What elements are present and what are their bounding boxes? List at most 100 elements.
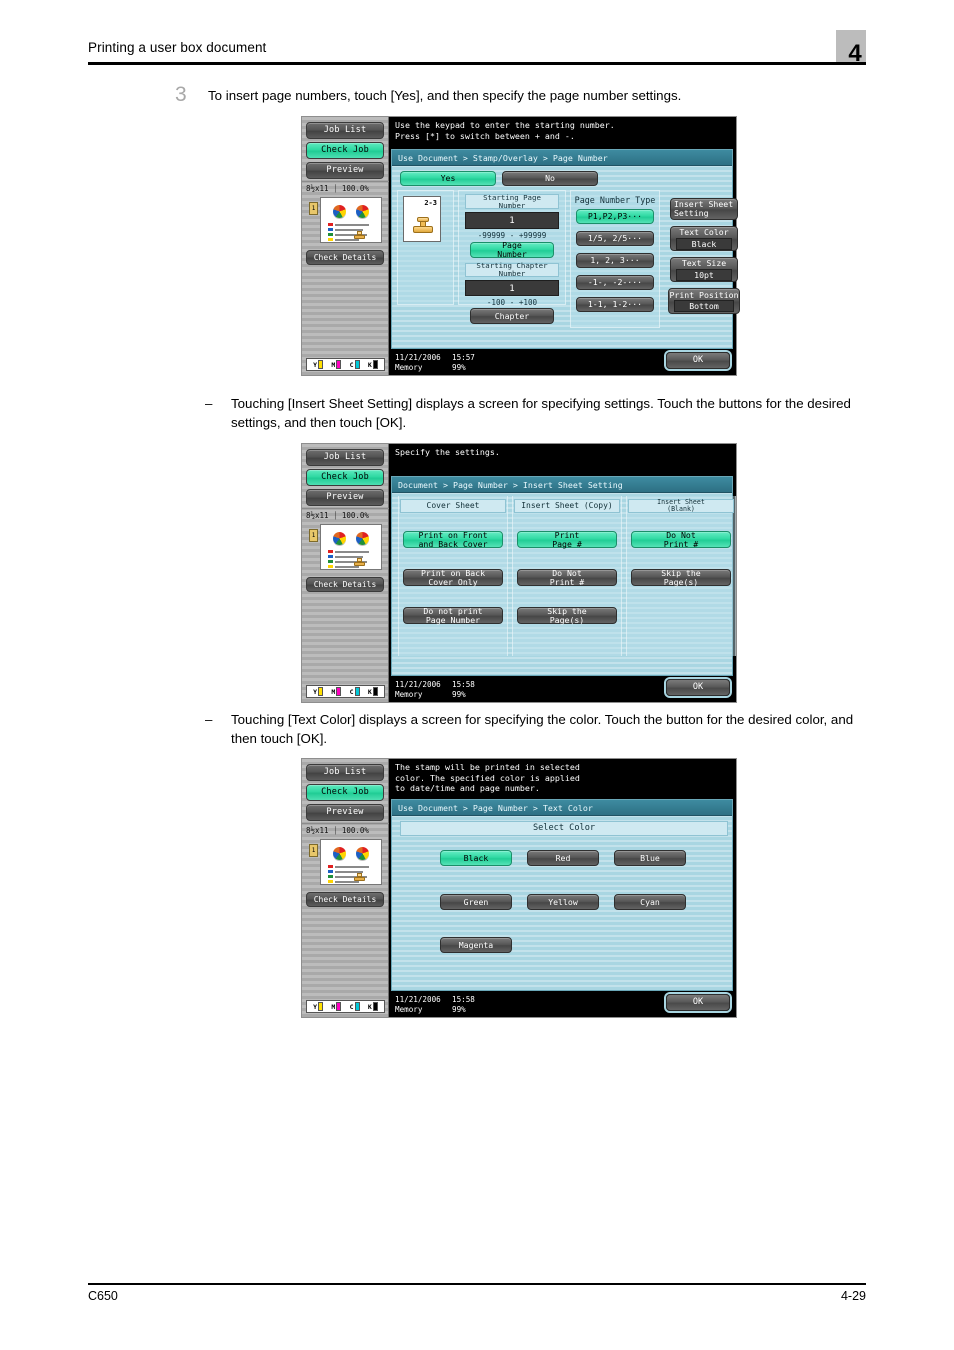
breadcrumb: Use Document > Page Number > Text Color [392, 800, 732, 816]
footer-page-number: 4-29 [840, 1289, 866, 1303]
cover-sheet-option-1[interactable]: Print on Back Cover Only [403, 569, 503, 586]
check-details-button[interactable]: Check Details [306, 250, 384, 265]
insert-sheet-blank-option-1[interactable]: Skip the Page(s) [631, 569, 731, 586]
bullet-dash: – [205, 712, 213, 727]
memory-value: 99% [452, 363, 466, 372]
starting-page-number-range: -99999 - +99999 [477, 231, 547, 240]
preview-page-label: 2-3 [424, 199, 437, 207]
text-color-value: Black [675, 237, 733, 250]
preview-button[interactable]: Preview [306, 804, 384, 821]
job-list-button[interactable]: Job List [306, 449, 384, 466]
ok-button[interactable]: OK [666, 352, 730, 369]
pie-chart-icon [333, 847, 346, 860]
starting-page-number-value[interactable]: 1 [465, 212, 559, 229]
status-message: Specify the settings. [390, 444, 736, 476]
status-message: Use the keypad to enter the starting num… [390, 117, 736, 149]
status-bar: 11/21/2006 15:58 Memory 99% OK [390, 676, 736, 702]
color-option-magenta[interactable]: Magenta [440, 937, 512, 953]
pie-chart-icon [333, 205, 346, 218]
page-number-button[interactable]: Page Number [470, 241, 554, 258]
lcd-screen: Use Document > Stamp/Overlay > Page Numb… [391, 149, 740, 349]
memory-value: 99% [452, 1005, 466, 1014]
chapter-badge: 4 [836, 30, 866, 66]
document-page-icon: 1 [309, 844, 318, 857]
status-date: 11/21/2006 [395, 353, 441, 362]
no-button[interactable]: No [502, 171, 598, 186]
starting-chapter-number-range: -100 - +100 [486, 298, 538, 307]
insert-sheet-blank-option-0[interactable]: Do Not Print # [631, 531, 731, 548]
step-number: 3 [175, 83, 187, 106]
starting-chapter-number-label: Starting Chapter Number [465, 262, 559, 278]
check-job-button[interactable]: Check Job [306, 784, 384, 801]
check-details-button[interactable]: Check Details [306, 577, 384, 592]
cover-sheet-option-2[interactable]: Do not print Page Number [403, 607, 503, 624]
toner-level-indicator: Y M C K [306, 685, 385, 698]
status-date: 11/21/2006 [395, 680, 441, 689]
check-job-button[interactable]: Check Job [306, 469, 384, 486]
operation-panel-rail: Job List Check Job Preview 8½x11 ⏐ 100.0… [302, 444, 389, 702]
check-details-button[interactable]: Check Details [306, 892, 384, 907]
page-number-preview: 2-3 [403, 196, 441, 242]
page-number-type-option-4[interactable]: 1-1, 1-2··· [576, 297, 654, 312]
chapter-button[interactable]: Chapter [470, 308, 554, 324]
color-option-yellow[interactable]: Yellow [527, 894, 599, 910]
color-option-blue[interactable]: Blue [614, 850, 686, 866]
insert-sheet-copy-option-1[interactable]: Do Not Print # [517, 569, 617, 586]
yes-button[interactable]: Yes [400, 171, 496, 186]
column-header-insert-sheet-blank: Insert Sheet (Blank) [628, 499, 734, 513]
page-number-type-option-2[interactable]: 1, 2, 3··· [576, 253, 654, 268]
header-divider [88, 62, 866, 65]
insert-sheet-copy-option-2[interactable]: Skip the Page(s) [517, 607, 617, 624]
color-option-red[interactable]: Red [527, 850, 599, 866]
text-size-button[interactable]: Text Size 10pt [670, 257, 738, 282]
insert-sheet-setting-button[interactable]: Insert Sheet Setting [670, 198, 738, 220]
check-job-button[interactable]: Check Job [306, 142, 384, 159]
stamp-icon [354, 558, 365, 566]
page-number-type-option-0[interactable]: P1,P2,P3··· [576, 209, 654, 224]
text-color-label: Text Color [679, 227, 729, 238]
footer-divider [88, 1283, 866, 1285]
pie-chart-icon [356, 205, 369, 218]
document-preview-thumbnail [320, 197, 382, 243]
ok-button[interactable]: OK [666, 994, 730, 1011]
preview-button[interactable]: Preview [306, 162, 384, 179]
print-position-label: Print Position [669, 289, 739, 300]
status-time: 15:58 [452, 680, 475, 689]
ok-button[interactable]: OK [666, 679, 730, 696]
job-list-button[interactable]: Job List [306, 764, 384, 781]
bullet-text: Touching [Text Color] displays a screen … [231, 712, 854, 746]
document-page-icon: 1 [309, 529, 318, 542]
color-option-green[interactable]: Green [440, 894, 512, 910]
starting-page-number-label: Starting Page Number [465, 193, 559, 209]
breadcrumb: Use Document > Stamp/Overlay > Page Numb… [392, 150, 732, 166]
breadcrumb: Document > Page Number > Insert Sheet Se… [392, 477, 732, 493]
starting-chapter-number-value[interactable]: 1 [465, 280, 559, 296]
job-list-button[interactable]: Job List [306, 122, 384, 139]
text-size-value: 10pt [675, 268, 733, 281]
print-position-button[interactable]: Print Position Bottom [668, 288, 740, 314]
preview-button[interactable]: Preview [306, 489, 384, 506]
memory-label: Memory [395, 1005, 423, 1014]
footer-model: C650 [88, 1289, 118, 1303]
select-color-title: Select Color [400, 821, 728, 836]
page-number-type-option-3[interactable]: -1-, -2-··· [576, 275, 654, 290]
pie-chart-icon [333, 532, 346, 545]
pie-chart-icon [356, 532, 369, 545]
page-title: Printing a user box document [88, 40, 267, 55]
document-page-icon: 1 [309, 202, 318, 215]
cover-sheet-option-0[interactable]: Print on Front and Back Cover [403, 531, 503, 548]
toner-level-indicator: Y M C K [306, 358, 385, 371]
screenshot-insert-sheet-setting: Job List Check Job Preview 8½x11 ⏐ 100.0… [301, 443, 737, 703]
color-option-black[interactable]: Black [440, 850, 512, 866]
memory-value: 99% [452, 690, 466, 699]
page-number-type-option-1[interactable]: 1/5, 2/5··· [576, 231, 654, 246]
print-position-value: Bottom [673, 300, 735, 313]
toner-level-indicator: Y M C K [306, 1000, 385, 1013]
color-option-cyan[interactable]: Cyan [614, 894, 686, 910]
text-color-button[interactable]: Text Color Black [670, 226, 738, 251]
status-date: 11/21/2006 [395, 995, 441, 1004]
pie-chart-icon [356, 847, 369, 860]
screenshot-text-color: Job List Check Job Preview 8½x11 ⏐ 100.0… [301, 758, 737, 1018]
stamp-icon [413, 217, 433, 233]
insert-sheet-copy-option-0[interactable]: Print Page # [517, 531, 617, 548]
